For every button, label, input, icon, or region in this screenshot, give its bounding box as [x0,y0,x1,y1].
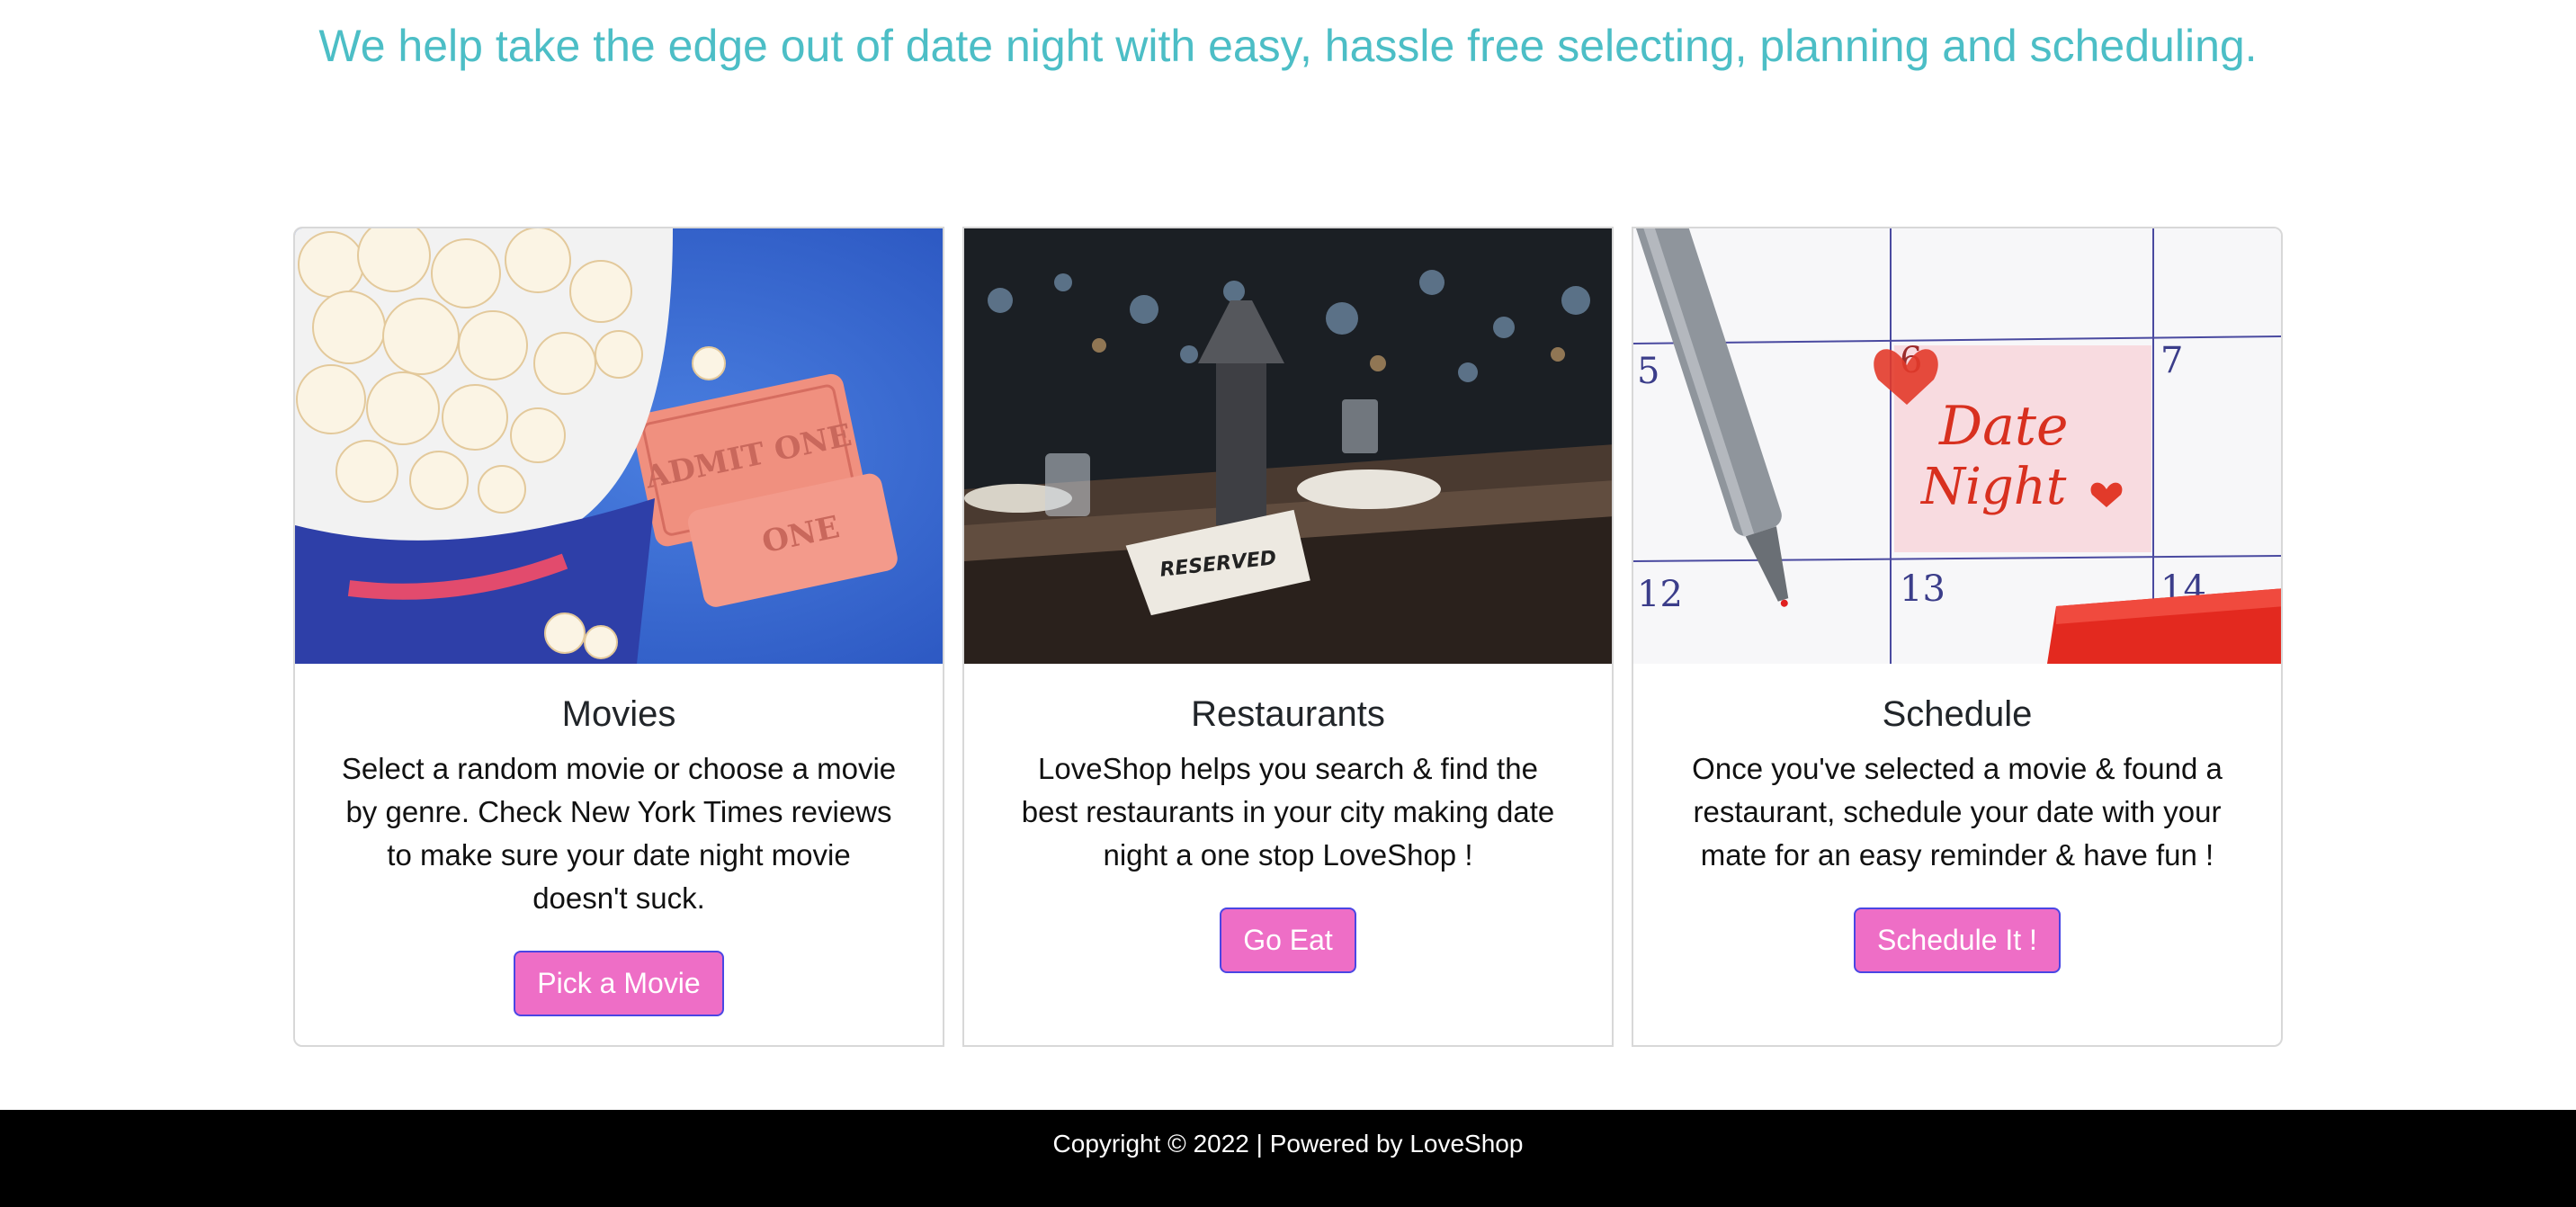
restaurant-table-image: RESERVED [964,228,1612,664]
restaurants-title: Restaurants [1191,694,1385,734]
movies-title: Movies [561,694,676,734]
go-eat-button[interactable]: Go Eat [1220,907,1356,973]
svg-text:12: 12 [1637,574,1683,615]
svg-text:7: 7 [2160,340,2183,381]
pick-a-movie-button[interactable]: Pick a Movie [514,951,724,1016]
movies-description: Select a random movie or choose a movie … [341,752,897,915]
footer-copyright: Copyright © 2022 | Powered by LoveShop [1052,1130,1524,1158]
svg-text:Date: Date [1938,395,2069,458]
svg-text:5: 5 [1637,351,1659,392]
schedule-card: 5 6 7 12 13 14 Date Night Schedule On [1632,227,2283,1047]
page-footer: Copyright © 2022 | Powered by LoveShop [0,1110,2576,1207]
svg-text:Night: Night [1919,458,2067,516]
restaurants-card: RESERVED Restaurants LoveShop helps you … [962,227,1614,1047]
popcorn-tickets-image: ADMIT ONE ONE [295,228,943,664]
restaurants-description: LoveShop helps you search & find the bes… [1021,752,1555,872]
svg-text:13: 13 [1900,568,1945,610]
page-tagline: We help take the edge out of date night … [318,21,2258,71]
schedule-it-button[interactable]: Schedule It ! [1854,907,2061,973]
schedule-title: Schedule [1882,694,2033,734]
movies-card: ADMIT ONE ONE Movies Select a random mov… [293,227,944,1047]
calendar-date-night-image: 5 6 7 12 13 14 Date Night [1633,228,2281,664]
schedule-description: Once you've selected a movie & found a r… [1692,752,2223,872]
